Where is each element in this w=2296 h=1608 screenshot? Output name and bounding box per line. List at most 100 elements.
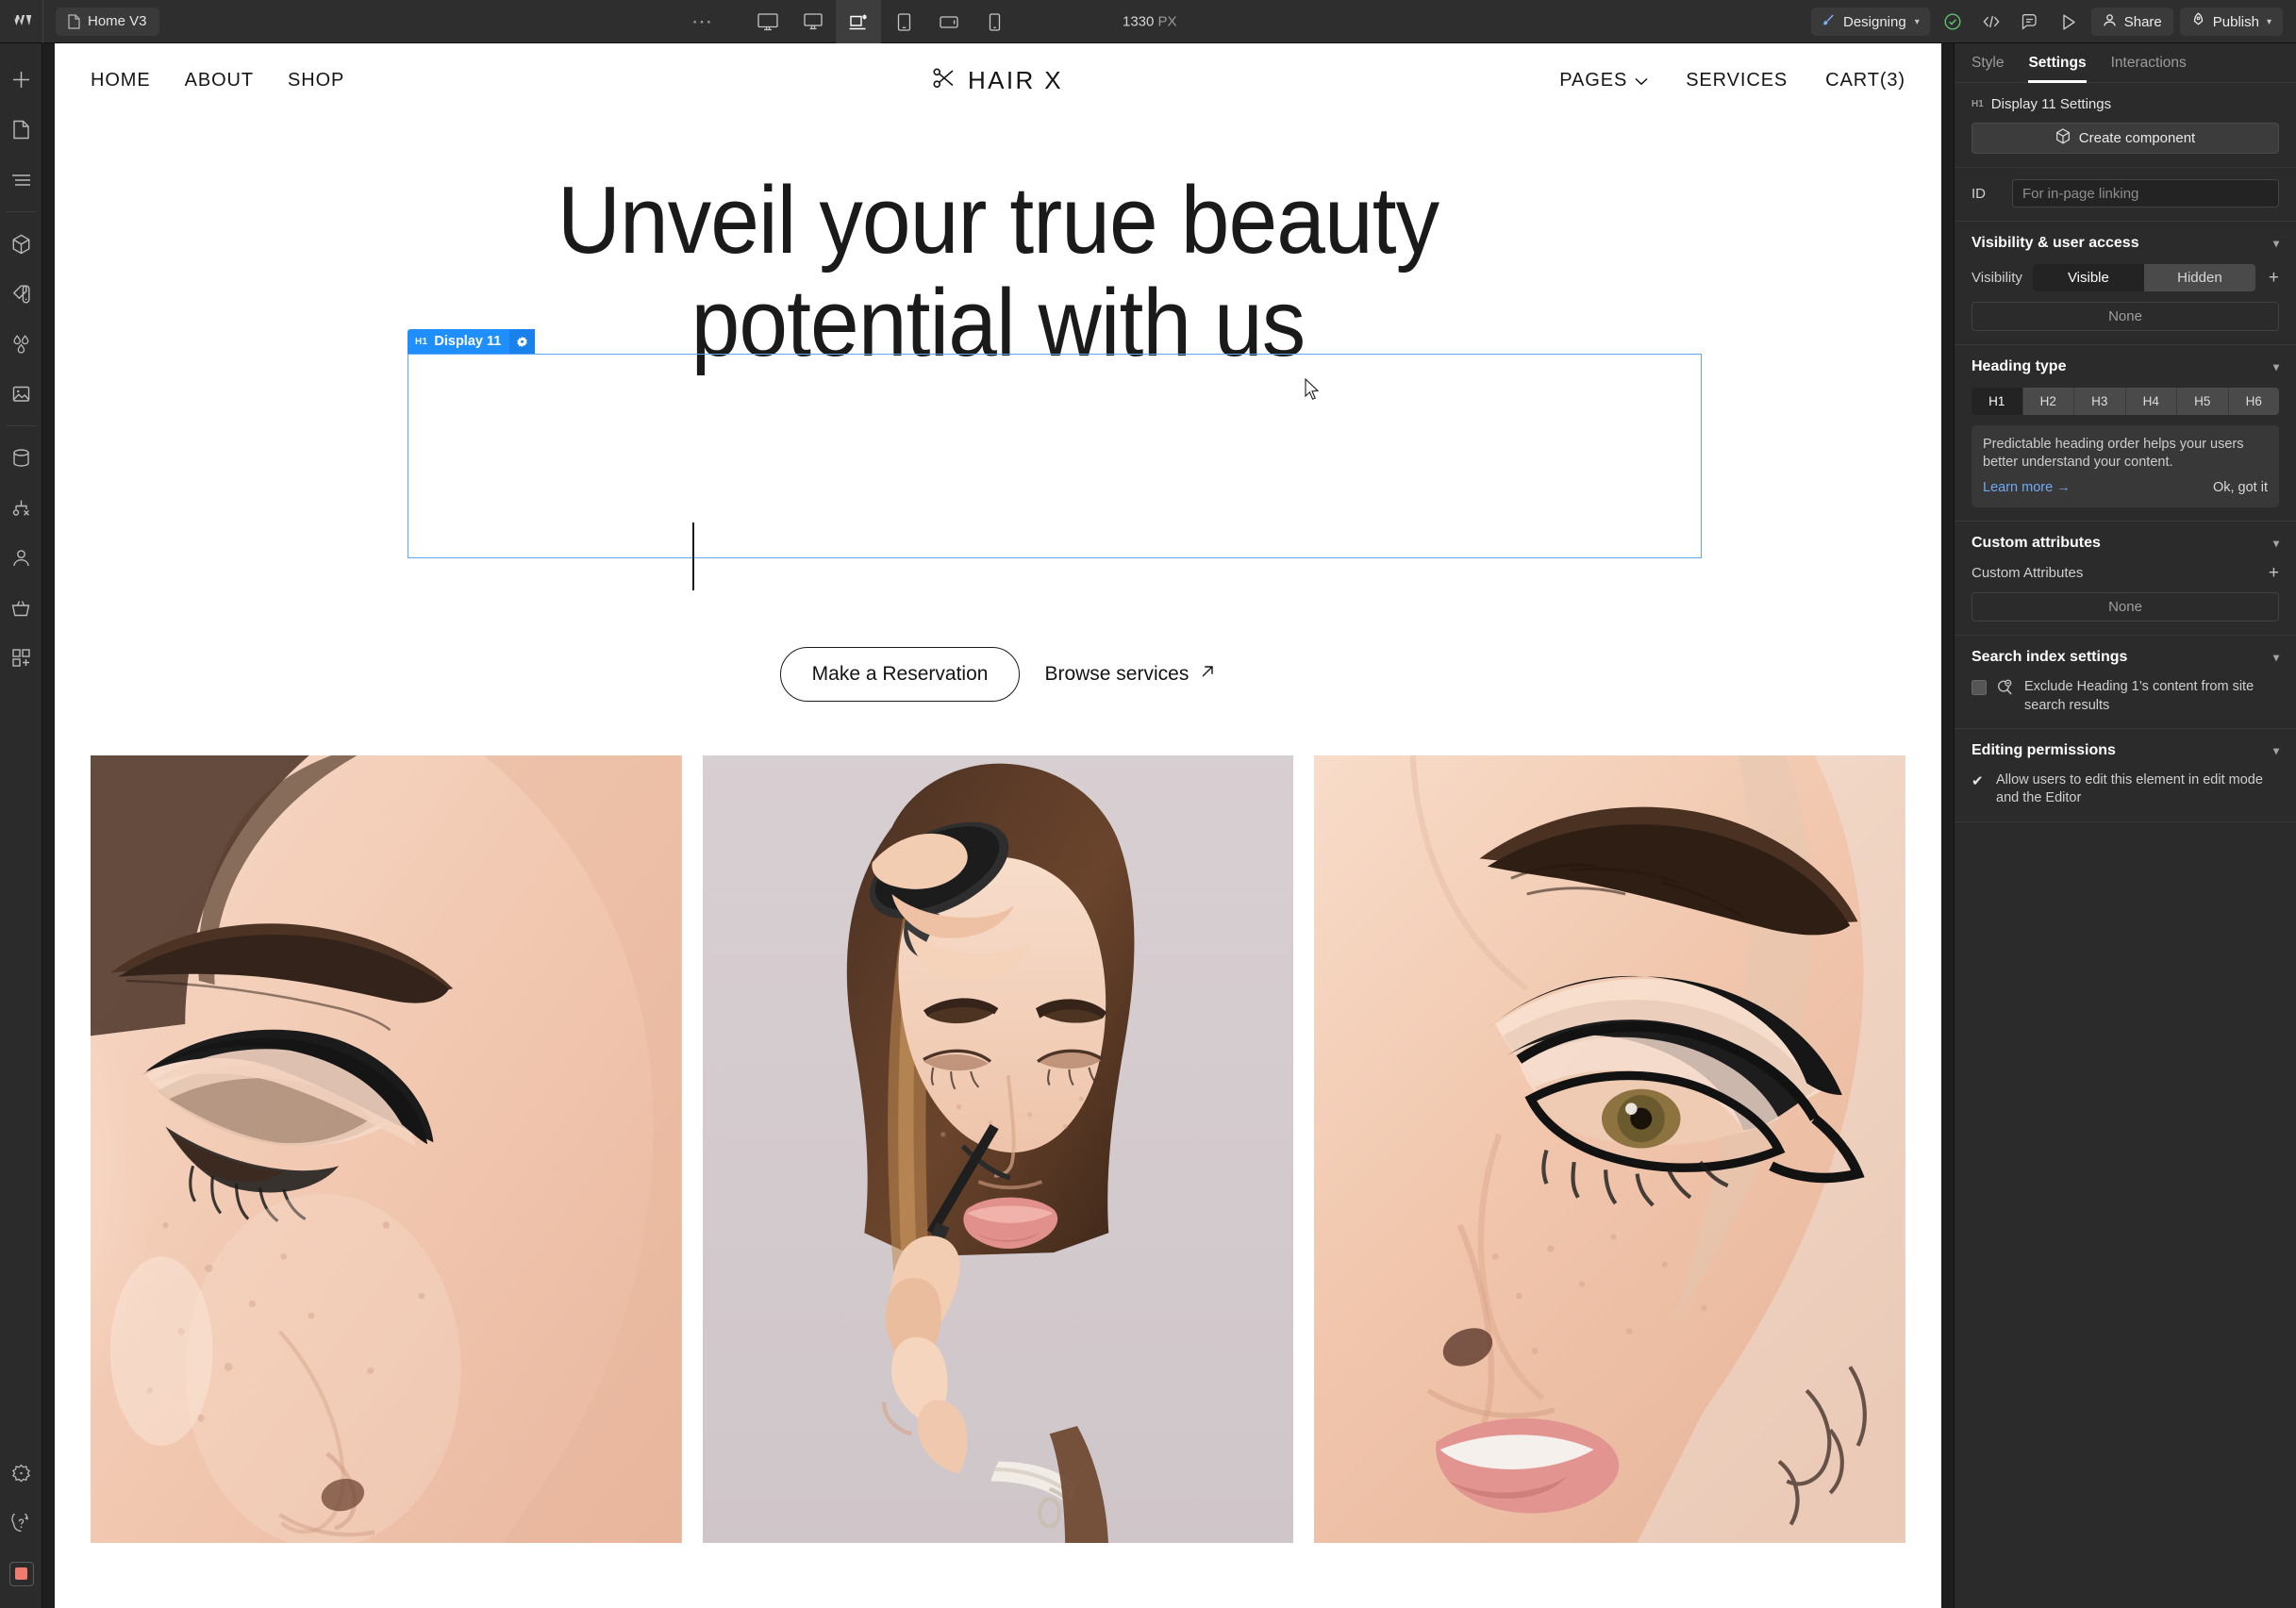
publish-button[interactable]: Publish ▾	[2179, 8, 2283, 36]
custom-attributes-value[interactable]: None	[1972, 592, 2279, 622]
device-mobile-portrait[interactable]	[972, 0, 1017, 43]
canvas-viewport[interactable]: HOME ABOUT SHOP HAIR X PAGES SERVICES CA…	[42, 43, 1954, 1608]
heading-option-h6[interactable]: H6	[2229, 388, 2280, 415]
heading-type-section: Heading type ▾ H1 H2 H3 H4 H5 H6 Predict…	[1955, 345, 2296, 522]
browse-services-link[interactable]: Browse services	[1044, 663, 1216, 686]
nav-link-services[interactable]: SERVICES	[1686, 70, 1788, 91]
visibility-section-header[interactable]: Visibility & user access ▾	[1972, 235, 2279, 252]
gear-icon[interactable]	[509, 329, 536, 354]
dismiss-tip-button[interactable]: Ok, got it	[2213, 479, 2268, 497]
right-settings-panel: Style Settings Interactions H1 Display 1…	[1954, 43, 2296, 1608]
device-base-breakpoint[interactable]	[836, 0, 881, 43]
heading-type-segmented-control: H1 H2 H3 H4 H5 H6	[1972, 388, 2279, 415]
allow-edit-label: Allow users to edit this element in edit…	[1996, 771, 2263, 806]
ecommerce-icon[interactable]	[0, 583, 42, 633]
user-access-value[interactable]: None	[1972, 302, 2279, 331]
tab-interactions[interactable]: Interactions	[2111, 43, 2187, 83]
share-button[interactable]: Share	[2090, 8, 2173, 36]
create-component-button[interactable]: Create component	[1972, 123, 2279, 154]
chevron-down-icon: ▾	[2272, 237, 2279, 250]
tab-style[interactable]: Style	[1972, 43, 2004, 83]
site-brand[interactable]: HAIR X	[933, 66, 1063, 95]
selection-badge[interactable]: H1 Display 11	[408, 329, 536, 354]
exclude-from-search-row[interactable]: Exclude Heading 1’s content from site se…	[1972, 678, 2279, 715]
visibility-section: Visibility & user access ▾ Visibility Vi…	[1955, 222, 2296, 345]
chevron-down-icon: ▾	[1914, 16, 1920, 27]
heading-order-tip-actions: Learn more → Ok, got it	[1983, 479, 2268, 497]
comment-icon[interactable]	[2014, 7, 2046, 37]
element-settings-header: H1 Display 11 Settings Create component	[1955, 83, 2296, 168]
heading-option-h4[interactable]: H4	[2126, 388, 2177, 415]
navigator-icon[interactable]	[0, 155, 42, 205]
device-tablet[interactable]	[881, 0, 926, 43]
viewport-size-value: 1330	[1123, 13, 1155, 29]
variables-icon[interactable]	[0, 319, 42, 369]
heading-option-h1[interactable]: H1	[1972, 388, 2023, 415]
nav-link-about[interactable]: ABOUT	[185, 70, 254, 91]
plus-icon[interactable]: +	[2266, 564, 2279, 582]
visibility-option-visible[interactable]: Visible	[2032, 264, 2144, 291]
share-label: Share	[2123, 13, 2162, 30]
plus-icon[interactable]: +	[2266, 269, 2279, 287]
brush-icon	[1822, 13, 1835, 30]
custom-attributes-section: Custom attributes ▾ Custom Attributes + …	[1955, 522, 2296, 637]
pages-icon[interactable]	[0, 105, 42, 155]
left-toolbar-bottom	[0, 1449, 42, 1599]
nav-link-pages[interactable]: PAGES	[1559, 70, 1648, 91]
search-index-section-header[interactable]: Search index settings ▾	[1972, 649, 2279, 666]
selected-element-outline	[408, 354, 1702, 558]
id-input[interactable]: For in-page linking	[2012, 179, 2279, 207]
device-mobile-landscape[interactable]	[926, 0, 972, 43]
preview-play-icon[interactable]	[2053, 7, 2085, 37]
webflow-logo-icon[interactable]	[0, 0, 43, 43]
device-desktop[interactable]	[790, 0, 836, 43]
mode-selector[interactable]: Designing ▾	[1810, 8, 1930, 36]
heading-option-h2[interactable]: H2	[2023, 388, 2074, 415]
make-reservation-button[interactable]: Make a Reservation	[779, 647, 1021, 703]
nav-link-shop[interactable]: SHOP	[288, 70, 344, 91]
more-options-button[interactable]: ⋯	[684, 8, 722, 36]
allow-edit-row[interactable]: ✔ Allow users to edit this element in ed…	[1972, 771, 2279, 808]
page-tab-label: Home V3	[88, 13, 147, 29]
components-icon[interactable]	[0, 219, 42, 269]
record-icon[interactable]	[0, 1549, 42, 1599]
heading-type-section-title: Heading type	[1972, 358, 2067, 374]
style-selectors-icon[interactable]	[0, 269, 42, 319]
editing-permissions-section-header[interactable]: Editing permissions ▾	[1972, 742, 2279, 759]
visibility-field-label: Visibility	[1972, 270, 2022, 286]
help-ai-icon[interactable]	[0, 1499, 42, 1549]
users-icon[interactable]	[0, 533, 42, 583]
tab-settings[interactable]: Settings	[2028, 43, 2087, 83]
add-elements-icon[interactable]	[0, 55, 42, 105]
custom-attributes-section-header[interactable]: Custom attributes ▾	[1972, 535, 2279, 552]
apps-icon[interactable]	[0, 633, 42, 683]
gallery-image-2[interactable]	[702, 755, 1294, 1544]
hero-section: H1 Display 11 Unveil your true beauty po…	[55, 117, 1941, 703]
heading-option-h5[interactable]: H5	[2177, 388, 2229, 415]
cms-icon[interactable]	[0, 433, 42, 483]
allow-edit-checkbox-checked-icon[interactable]: ✔	[1972, 772, 1987, 789]
assets-icon[interactable]	[0, 369, 42, 419]
record-box	[8, 1561, 34, 1586]
settings-gear-icon[interactable]	[0, 1449, 42, 1499]
hero-heading[interactable]: Unveil your true beauty potential with u…	[403, 157, 1593, 375]
custom-attributes-field-label: Custom Attributes	[1972, 565, 2084, 582]
heading-type-section-header[interactable]: Heading type ▾	[1972, 358, 2279, 375]
site-navbar: HOME ABOUT SHOP HAIR X PAGES SERVICES CA…	[55, 43, 1941, 117]
exclude-from-search-checkbox[interactable]	[1972, 680, 1987, 696]
gallery-image-1[interactable]	[91, 755, 682, 1544]
create-component-label: Create component	[2078, 130, 2196, 146]
nav-link-home[interactable]: HOME	[91, 70, 151, 91]
code-icon[interactable]	[1975, 7, 2007, 37]
page-tab-home-v3[interactable]: Home V3	[56, 7, 159, 36]
image-gallery	[91, 755, 1906, 1544]
logic-icon[interactable]	[0, 483, 42, 533]
visibility-option-hidden[interactable]: Hidden	[2144, 264, 2255, 291]
check-circle-icon[interactable]	[1937, 7, 1969, 37]
nav-link-cart[interactable]: CART(3)	[1825, 70, 1905, 91]
gallery-image-3[interactable]	[1314, 755, 1906, 1544]
heading-option-h3[interactable]: H3	[2074, 388, 2126, 415]
device-desktop-large[interactable]	[745, 0, 790, 43]
learn-more-link[interactable]: Learn more →	[1983, 479, 2071, 497]
id-field-section: ID For in-page linking	[1955, 168, 2296, 222]
